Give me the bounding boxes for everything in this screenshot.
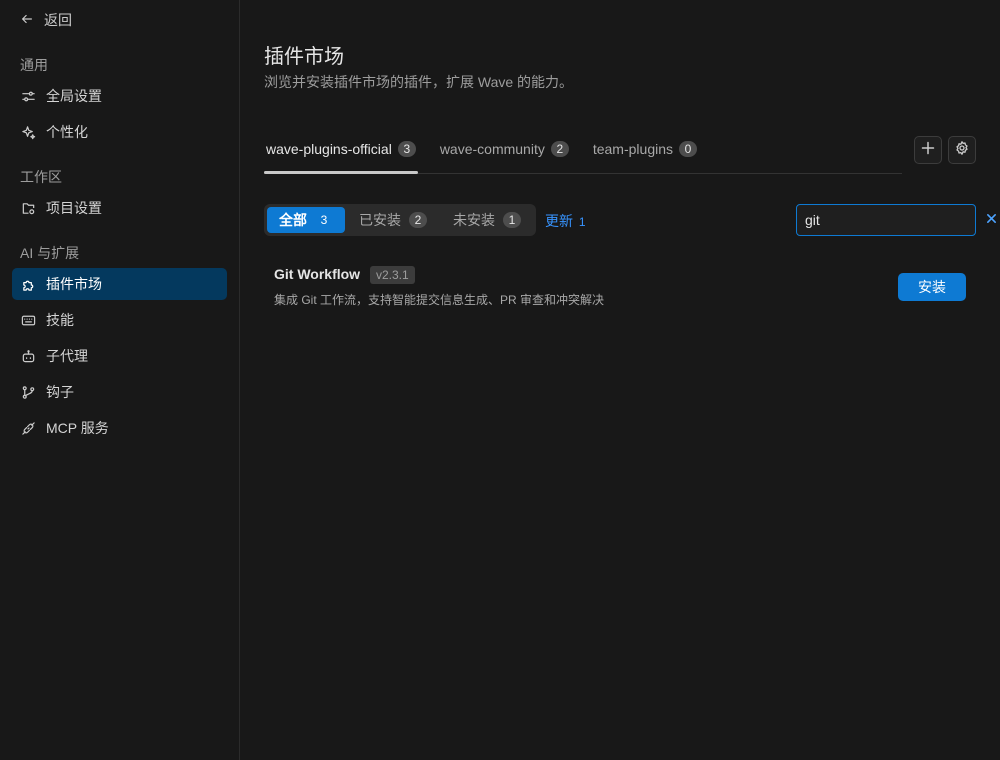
tab-label: wave-plugins-official [266, 141, 392, 157]
sparkle-icon [20, 124, 36, 140]
robot-icon [20, 348, 36, 364]
sliders-icon [20, 88, 36, 104]
gear-icon [954, 140, 970, 161]
update-count: 1 [578, 215, 586, 229]
sidebar-item-project-settings[interactable]: 项目设置 [12, 192, 227, 224]
sidebar-item-skills[interactable]: 技能 [12, 304, 227, 336]
sidebar-item-hooks[interactable]: 钩子 [12, 376, 227, 408]
sidebar-item-label: 插件市场 [46, 276, 102, 292]
tab-count-badge: 3 [397, 141, 416, 157]
sidebar-item-label: 个性化 [46, 124, 88, 140]
plus-icon [920, 140, 936, 161]
puzzle-icon [20, 276, 36, 292]
sidebar-item-label: 项目设置 [46, 200, 102, 216]
sidebar-item-personalization[interactable]: 个性化 [12, 116, 227, 148]
sidebar-item-label: 技能 [46, 312, 74, 328]
plugin-name: Git Workflow [274, 266, 361, 282]
plug-icon [20, 420, 36, 436]
plugin-description: 集成 Git 工作流，支持智能提交信息生成、PR 审查和冲突解决 [274, 293, 605, 307]
section-label-general: 通用 [20, 57, 48, 73]
sidebar-item-label: MCP 服务 [46, 420, 109, 436]
version-badge: v2.3.1 [370, 266, 415, 284]
tab-label: team-plugins [592, 141, 673, 157]
folder-gear-icon [20, 200, 36, 216]
filter-label: 已安装 [359, 212, 401, 228]
install-filter: 全部 3 已安装 2 未安装 1 [264, 204, 536, 236]
filter-count-badge: 3 [320, 213, 328, 227]
main-panel: 插件市场 浏览并安装插件市场的插件，扩展 Wave 的能力。 wave-plug… [240, 0, 1000, 760]
tab-wave-community[interactable]: wave-community 2 [438, 125, 571, 173]
filter-installed[interactable]: 已安装 2 [347, 207, 439, 233]
sidebar-item-label: 钩子 [46, 384, 74, 400]
filter-not-installed[interactable]: 未安装 1 [441, 207, 533, 233]
settings-window: 返回 通用 全局设置 个性化 工作区 项目设置 AI 与扩展 插件市场 技能 子… [0, 0, 1000, 760]
git-branch-icon [20, 384, 36, 400]
section-label-ai-extensions: AI 与扩展 [20, 245, 80, 261]
page-subtitle: 浏览并安装插件市场的插件，扩展 Wave 的能力。 [264, 74, 574, 90]
marketplace-tabs: wave-plugins-official 3 wave-community 2… [264, 126, 902, 174]
sidebar-item-mcp-services[interactable]: MCP 服务 [12, 412, 227, 444]
sidebar-item-label: 子代理 [46, 348, 88, 364]
install-button[interactable]: 安装 [898, 273, 966, 301]
filter-all[interactable]: 全部 3 [267, 207, 345, 233]
section-label-workspace: 工作区 [20, 169, 62, 185]
close-icon [986, 211, 997, 229]
sidebar-item-label: 全局设置 [46, 88, 102, 104]
tab-label: wave-community [439, 141, 545, 157]
clear-search-button[interactable] [986, 208, 997, 232]
arrow-left-icon [20, 12, 34, 29]
plugin-item: Git Workflow v2.3.1 集成 Git 工作流，支持智能提交信息生… [274, 262, 966, 312]
update-link[interactable]: 更新 1 [545, 211, 586, 231]
search-box [796, 204, 996, 236]
search-input[interactable] [797, 205, 986, 235]
tab-count-badge: 0 [679, 141, 697, 157]
tab-wave-plugins-official[interactable]: wave-plugins-official 3 [264, 125, 418, 174]
sidebar-item-global-settings[interactable]: 全局设置 [12, 80, 227, 112]
update-label: 更新 [545, 213, 573, 229]
add-marketplace-button[interactable] [914, 136, 942, 164]
sidebar: 返回 通用 全局设置 个性化 工作区 项目设置 AI 与扩展 插件市场 技能 子… [0, 0, 240, 760]
filter-count-badge: 2 [409, 212, 427, 228]
tab-team-plugins[interactable]: team-plugins 0 [591, 125, 699, 173]
sidebar-item-subagents[interactable]: 子代理 [12, 340, 227, 372]
back-label: 返回 [44, 12, 72, 28]
filter-label: 未安装 [453, 212, 495, 228]
back-button[interactable]: 返回 [20, 9, 72, 31]
page-title: 插件市场 [264, 46, 344, 68]
marketplace-settings-button[interactable] [948, 136, 976, 164]
sidebar-item-plugin-market[interactable]: 插件市场 [12, 268, 227, 300]
keyboard-icon [20, 312, 36, 328]
tab-count-badge: 2 [550, 141, 569, 157]
filter-count-badge: 1 [503, 212, 521, 228]
filter-label: 全部 [279, 212, 307, 228]
